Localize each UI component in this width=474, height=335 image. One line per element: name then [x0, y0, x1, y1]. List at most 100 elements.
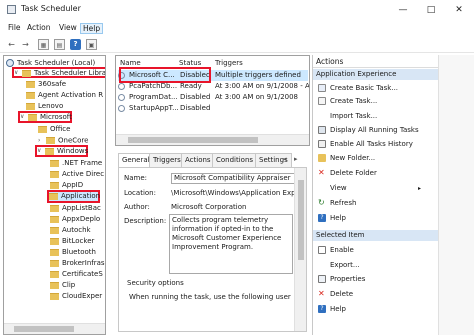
description-box[interactable]: Collects program telemetry information i… [169, 214, 293, 274]
show-hide-console-tree-icon[interactable]: ▦ [38, 39, 49, 50]
tab-actions[interactable]: Actions [181, 153, 215, 167]
help-icon[interactable]: ? [70, 39, 81, 50]
tab-scroll-left-icon[interactable]: ◂ [283, 155, 287, 163]
folder-icon [26, 102, 35, 110]
tree-item-library[interactable]: ∨ Task Scheduler Library [12, 67, 105, 78]
tree-item-application[interactable]: Application [47, 190, 100, 203]
folder-icon [46, 137, 55, 144]
folder-icon [28, 113, 37, 121]
tree-item-bluetooth[interactable]: Bluetooth [50, 247, 96, 258]
name-field[interactable]: Microsoft Compatibility Appraiser [171, 173, 304, 184]
tree-horizontal-scrollbar[interactable] [4, 323, 105, 334]
folder-icon [50, 181, 59, 189]
column-header-status[interactable]: Status [179, 59, 201, 67]
folder-icon [49, 192, 58, 200]
detail-tabs: General Triggers Actions Conditions Sett… [118, 153, 307, 168]
action-import-task[interactable]: Import Task... [318, 111, 377, 122]
menu-action[interactable]: Action [27, 23, 51, 32]
action-new-folder[interactable]: New Folder... [318, 153, 375, 164]
enable-history-icon [318, 140, 326, 148]
menu-help[interactable]: Help [80, 23, 104, 34]
task-icon [118, 104, 125, 112]
action-properties[interactable]: Properties [318, 274, 365, 285]
close-button[interactable]: ✕ [452, 3, 466, 17]
actions-header: Actions [313, 55, 439, 68]
tree-item-active-directory[interactable]: Active Direc [50, 169, 104, 180]
clock-icon [6, 59, 14, 67]
tree-item-windows[interactable]: ∨ Windows [35, 145, 88, 157]
security-options-text: When running the task, use the following… [129, 293, 293, 301]
window-title: Task Scheduler [21, 4, 81, 13]
task-detail-pane: Name: Microsoft Compatibility Appraiser … [118, 167, 307, 332]
tree-item-dotnet[interactable]: .NET Frame [50, 158, 102, 169]
task-scheduler-app-icon [7, 5, 16, 14]
scroll-thumb[interactable] [14, 326, 74, 332]
column-header-triggers[interactable]: Triggers [215, 59, 243, 67]
collapse-arrow-icon: ∨ [20, 113, 25, 120]
actions-pane: Actions Application Experience Create Ba… [312, 55, 439, 335]
folder-icon [45, 147, 54, 155]
action-create-task[interactable]: Create Task... [318, 96, 377, 107]
action-delete-folder[interactable]: ✕ Delete Folder [318, 168, 377, 179]
action-enable-history[interactable]: Enable All Tasks History [318, 139, 413, 150]
export-icon [318, 261, 326, 269]
tree-item-appxdeplo[interactable]: AppxDeplo [50, 214, 100, 225]
column-header-name[interactable]: Name [120, 59, 141, 67]
action-refresh[interactable]: ↻ Refresh [318, 198, 356, 209]
console-tree: Task Scheduler (Local) ∨ Task Scheduler L… [3, 55, 106, 335]
menu-file[interactable]: File [8, 23, 21, 32]
folder-icon [50, 159, 59, 167]
task-row[interactable]: ProgramDat... Disabled At 3:00 AM on 9/1… [118, 92, 308, 103]
name-label: Name: [124, 174, 148, 182]
menu-view[interactable]: View [59, 23, 77, 32]
tree-item-brokerinfras[interactable]: BrokerInfras [50, 258, 105, 269]
create-task-icon [318, 97, 326, 105]
properties-icon[interactable]: ▤ [54, 39, 65, 50]
tab-scroll-right-icon[interactable]: ▸ [294, 155, 298, 163]
action-pane-icon[interactable]: ▣ [86, 39, 97, 50]
maximize-button[interactable]: □ [424, 3, 438, 17]
action-help-selected[interactable]: ? Help [318, 304, 346, 315]
author-label: Author: [124, 203, 150, 211]
tab-conditions[interactable]: Conditions [212, 153, 258, 167]
action-display-running[interactable]: Display All Running Tasks [318, 125, 419, 136]
tree-item-cloudexper[interactable]: CloudExper [50, 291, 102, 302]
tree-item-office[interactable]: Office [38, 124, 70, 135]
actions-section-selected-item[interactable]: Selected Item [313, 230, 439, 241]
minimize-button[interactable]: — [396, 3, 410, 17]
forward-icon[interactable]: → [20, 39, 31, 50]
folder-icon [50, 281, 59, 289]
task-row[interactable]: StartupAppT... Disabled [118, 103, 308, 114]
import-task-icon [318, 112, 326, 120]
tree-item-360safe[interactable]: 360safe [26, 79, 66, 90]
scroll-thumb[interactable] [128, 137, 258, 143]
tab-triggers[interactable]: Triggers [149, 153, 185, 167]
detail-vertical-scrollbar[interactable] [294, 168, 306, 331]
action-help[interactable]: ? Help [318, 213, 346, 224]
task-row[interactable]: PcaPatchDb... Ready At 3:00 AM on 9/1/20… [118, 81, 309, 92]
action-enable[interactable]: Enable [318, 245, 354, 256]
action-export[interactable]: Export... [318, 260, 360, 271]
description-label: Description: [124, 217, 167, 225]
folder-icon [26, 91, 35, 99]
tree-item-autochk[interactable]: Autochk [50, 225, 91, 236]
tree-item-bitlocker[interactable]: BitLocker [50, 236, 94, 247]
folder-icon [50, 215, 59, 223]
tree-item-agent-activation[interactable]: Agent Activation R [26, 90, 103, 101]
title-bar: Task Scheduler — □ ✕ [0, 0, 474, 20]
tree-item-certificates[interactable]: CertificateS [50, 269, 103, 280]
back-icon[interactable]: ← [6, 39, 17, 50]
action-delete[interactable]: ✕ Delete [318, 289, 353, 300]
tree-item-microsoft[interactable]: ∨ Microsoft [18, 111, 72, 123]
tree-item-clip[interactable]: Clip [50, 280, 75, 291]
create-basic-task-icon [318, 84, 326, 92]
action-view[interactable]: View ▸ [318, 183, 421, 194]
scroll-thumb[interactable] [298, 180, 304, 260]
action-create-basic-task[interactable]: Create Basic Task... [318, 83, 398, 94]
collapse-arrow-icon: ∨ [37, 147, 42, 154]
actions-section-application-experience[interactable]: Application Experience [313, 69, 439, 80]
task-list-horizontal-scrollbar[interactable] [116, 134, 309, 145]
task-icon [118, 82, 125, 90]
tree-item-applistbac[interactable]: AppListBac [50, 203, 101, 214]
view-icon [318, 184, 326, 192]
